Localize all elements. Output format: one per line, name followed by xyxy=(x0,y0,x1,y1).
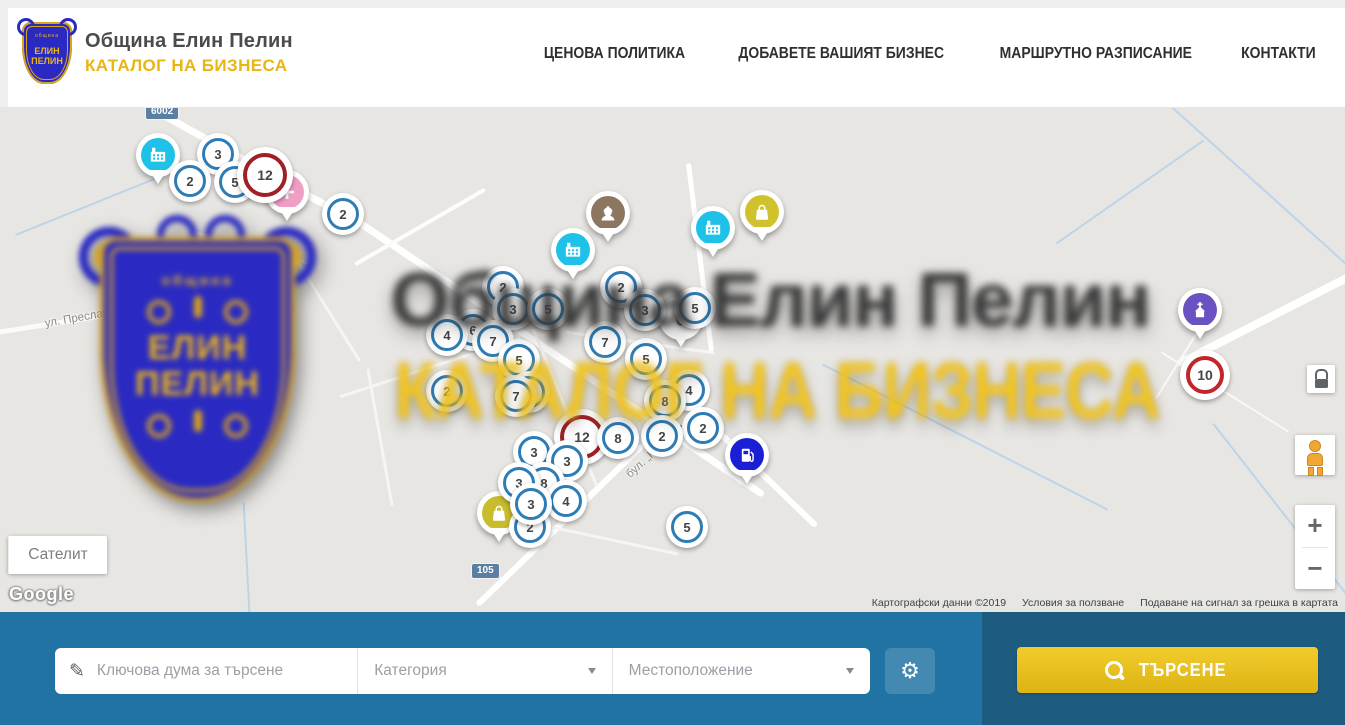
crest-ornament-icon xyxy=(141,296,254,322)
crest-ornament-icon xyxy=(141,410,254,436)
cluster-marker[interactable]: 10 xyxy=(1180,350,1230,400)
site-logo[interactable]: община ЕЛИН ПЕЛИН Община Елин Пелин КАТА… xyxy=(22,22,293,84)
nav-link[interactable]: МАРШРУТНО РАЗПИСАНИЕ xyxy=(1000,45,1192,63)
cluster-count: 2 xyxy=(327,198,359,230)
lock-button[interactable] xyxy=(1307,365,1335,393)
left-strip xyxy=(0,0,8,107)
crest-line2: ПЕЛИН xyxy=(113,366,282,402)
cluster-marker[interactable]: 5 xyxy=(666,506,708,548)
worker-pin[interactable] xyxy=(586,191,630,235)
search-bar-left: ✎ Категория Местоположение ⚙ xyxy=(0,612,982,725)
factory-icon xyxy=(696,211,730,245)
map-road xyxy=(354,188,486,266)
search-icon xyxy=(1105,661,1123,679)
category-select-label: Категория xyxy=(374,662,446,680)
crest-line1: ЕЛИН xyxy=(27,46,67,56)
search-bar: ✎ Категория Местоположение ⚙ ТЪРСЕНЕ xyxy=(0,612,1345,725)
search-button[interactable]: ТЪРСЕНЕ xyxy=(1017,647,1318,693)
crest-line1: ЕЛИН xyxy=(113,330,282,366)
page: община ЕЛИН ПЕЛИН Община Елин Пелин КАТА… xyxy=(0,0,1345,725)
logo-text: Община Елин Пелин КАТАЛОГ НА БИЗНЕСА xyxy=(85,30,293,76)
map-canvas[interactable]: ул. Преславбул. „Новосел 6002105 3251222… xyxy=(0,107,1345,612)
top-strip xyxy=(0,0,1345,8)
fuel-pin[interactable] xyxy=(725,433,769,477)
map-road xyxy=(1158,107,1345,270)
search-bar-right: ТЪРСЕНЕ xyxy=(982,612,1345,725)
zoom-out-button[interactable]: − xyxy=(1295,548,1335,590)
location-select[interactable]: Местоположение xyxy=(613,648,870,694)
watermark-crest: община ЕЛИН ПЕЛИН xyxy=(85,215,310,510)
site-title: Община Елин Пелин xyxy=(85,30,293,53)
pencil-icon: ✎ xyxy=(69,660,85,683)
cluster-count: 5 xyxy=(671,511,703,543)
map-road xyxy=(243,502,252,612)
cluster-marker[interactable]: 3 xyxy=(510,483,552,525)
lock-icon xyxy=(1315,369,1328,379)
map-road xyxy=(366,368,393,506)
worker-icon xyxy=(591,196,625,230)
map-attribution-text: Картографски данни ©2019 xyxy=(872,597,1006,609)
crest-top-label: община xyxy=(113,272,282,288)
street-view-pegman-button[interactable] xyxy=(1295,435,1335,475)
advanced-search-button[interactable]: ⚙ xyxy=(885,648,935,694)
keyword-field[interactable]: ✎ xyxy=(55,648,358,694)
cluster-marker[interactable]: 2 xyxy=(169,160,211,202)
chevron-down-icon xyxy=(588,668,596,674)
watermark-subtitle: КАТАЛОГ НА БИЗНЕСА xyxy=(394,345,1146,437)
cluster-count: 12 xyxy=(243,153,287,197)
map-type-control: Карта Сателит xyxy=(8,536,107,574)
gear-icon: ⚙ xyxy=(900,660,920,682)
nav-link[interactable]: ЦЕНОВА ПОЛИТИКА xyxy=(544,45,685,63)
factory-icon xyxy=(141,138,175,172)
municipality-crest-icon: община ЕЛИН ПЕЛИН xyxy=(22,22,72,84)
zoom-in-button[interactable]: + xyxy=(1295,505,1335,547)
map-attribution-link[interactable]: Подаване на сигнал за грешка в картата xyxy=(1140,597,1338,609)
category-select[interactable]: Категория xyxy=(358,648,612,694)
factory-pin[interactable] xyxy=(691,206,735,250)
crest-line2: ПЕЛИН xyxy=(27,56,67,66)
nav-link[interactable]: КОНТАКТИ xyxy=(1241,45,1316,63)
watermark-shield: община ЕЛИН ПЕЛИН xyxy=(100,237,295,502)
chevron-down-icon xyxy=(846,668,854,674)
bag-pin[interactable] xyxy=(740,190,784,234)
nav-link[interactable]: ДОБАВЕТЕ ВАШИЯТ БИЗНЕС xyxy=(738,45,944,63)
main-nav: ЦЕНОВА ПОЛИТИКА ДОБАВЕТЕ ВАШИЯТ БИЗНЕС МАР… xyxy=(536,0,1320,107)
location-select-label: Местоположение xyxy=(629,662,753,680)
cluster-count: 4 xyxy=(550,485,582,517)
zoom-control: + − xyxy=(1295,505,1335,589)
search-button-label: ТЪРСЕНЕ xyxy=(1139,660,1227,681)
cluster-count: 10 xyxy=(1186,356,1224,394)
map-attribution-link[interactable]: Условия за ползване xyxy=(1022,597,1124,609)
fuel-icon xyxy=(730,438,764,472)
crest-top-label: община xyxy=(27,33,67,39)
road-number-badge: 105 xyxy=(472,564,499,578)
pegman-icon xyxy=(1307,440,1323,470)
map-type-satellite-button[interactable]: Сателит xyxy=(8,536,107,574)
road-number-badge: 6002 xyxy=(146,107,178,119)
watermark-title: Община Елин Пелин xyxy=(328,257,1213,344)
map-attribution: Картографски данни ©2019 Условия за ползв… xyxy=(872,597,1338,609)
cluster-count: 2 xyxy=(174,165,206,197)
header: община ЕЛИН ПЕЛИН Община Елин Пелин КАТА… xyxy=(0,0,1345,108)
google-logo[interactable]: Google xyxy=(9,584,74,605)
cluster-count: 3 xyxy=(515,488,547,520)
search-fields: ✎ Категория Местоположение xyxy=(55,648,870,694)
site-subtitle: КАТАЛОГ НА БИЗНЕСА xyxy=(85,56,293,76)
cluster-marker[interactable]: 2 xyxy=(322,193,364,235)
map-road xyxy=(1056,140,1205,245)
cluster-marker[interactable]: 12 xyxy=(237,147,293,203)
keyword-input[interactable] xyxy=(95,661,357,681)
bag-icon xyxy=(745,195,779,229)
